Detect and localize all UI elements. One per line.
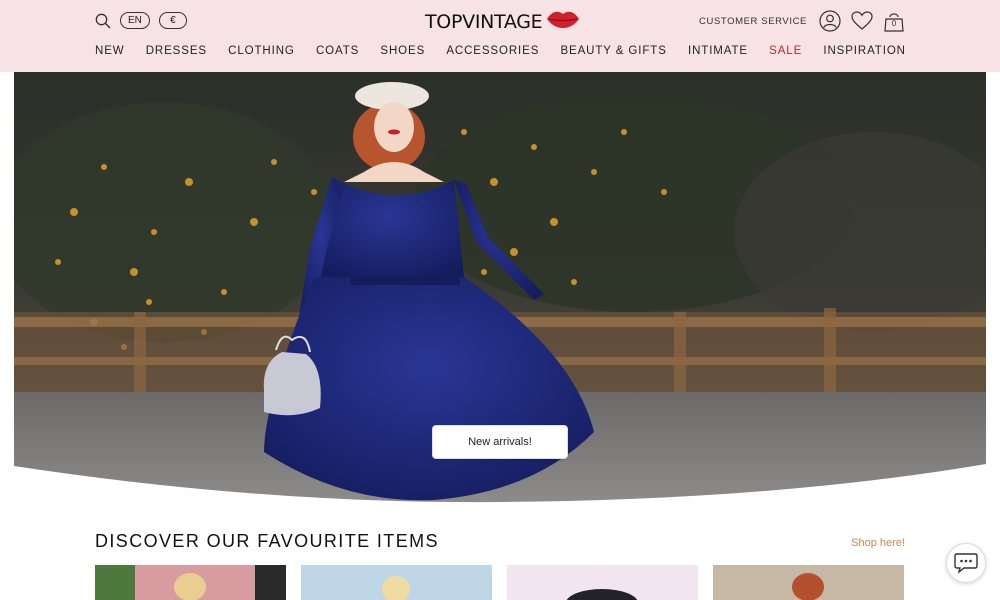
nav-item-sale[interactable]: SALE bbox=[769, 45, 802, 57]
section-title: DISCOVER OUR FAVOURITE ITEMS bbox=[95, 531, 439, 551]
search-icon[interactable] bbox=[95, 13, 111, 29]
lips-logo-icon bbox=[546, 9, 580, 34]
new-arrivals-button[interactable]: New arrivals! bbox=[432, 425, 568, 459]
language-selector[interactable]: EN bbox=[120, 12, 150, 29]
product-image bbox=[507, 565, 698, 600]
customer-service-link[interactable]: CUSTOMER SERVICE bbox=[699, 16, 807, 27]
product-image bbox=[95, 565, 286, 600]
logo-text: TOPVINTAGE bbox=[425, 10, 543, 33]
header-actions: CUSTOMER SERVICE 0 bbox=[699, 10, 905, 32]
shop-here-link[interactable]: Shop here! bbox=[851, 537, 905, 549]
site-logo[interactable]: TOPVINTAGE bbox=[425, 9, 580, 34]
nav-item-shoes[interactable]: SHOES bbox=[380, 45, 425, 57]
product-image bbox=[301, 565, 492, 600]
site-header: EN € TOPVINTAGE CUSTOMER SERVICE 0 NEW D… bbox=[0, 0, 1000, 72]
nav-item-beauty-gifts[interactable]: BEAUTY & GIFTS bbox=[560, 45, 666, 57]
currency-selector[interactable]: € bbox=[158, 12, 187, 29]
chat-bubble-icon[interactable] bbox=[946, 543, 986, 583]
main-navigation: NEW DRESSES CLOTHING COATS SHOES ACCESSO… bbox=[95, 45, 906, 57]
nav-item-new[interactable]: NEW bbox=[95, 45, 125, 57]
account-icon[interactable] bbox=[819, 10, 841, 32]
hero-wave-divider bbox=[14, 464, 986, 504]
header-utilities: EN € bbox=[95, 12, 187, 29]
nav-item-intimate[interactable]: INTIMATE bbox=[688, 45, 748, 57]
product-card[interactable] bbox=[301, 565, 492, 600]
nav-item-accessories[interactable]: ACCESSORIES bbox=[446, 45, 539, 57]
shopping-bag-icon[interactable]: 0 bbox=[883, 10, 905, 32]
product-card[interactable] bbox=[507, 565, 698, 600]
heart-icon[interactable] bbox=[851, 11, 873, 31]
product-image bbox=[713, 565, 904, 600]
bag-count: 0 bbox=[891, 19, 897, 28]
nav-item-inspiration[interactable]: INSPIRATION bbox=[823, 45, 906, 57]
product-carousel bbox=[95, 565, 906, 600]
product-card[interactable] bbox=[95, 565, 286, 600]
nav-item-coats[interactable]: COATS bbox=[316, 45, 359, 57]
product-card[interactable] bbox=[713, 565, 904, 600]
nav-item-dresses[interactable]: DRESSES bbox=[146, 45, 207, 57]
nav-item-clothing[interactable]: CLOTHING bbox=[228, 45, 295, 57]
